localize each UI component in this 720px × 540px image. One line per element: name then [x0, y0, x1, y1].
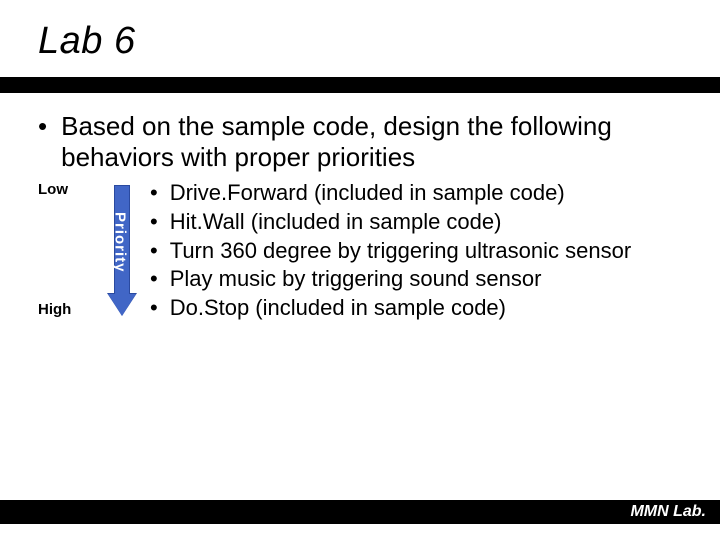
slide-title: Lab 6: [38, 20, 682, 63]
footer-label: MMN Lab.: [630, 503, 706, 521]
behavior-text: Play music by triggering sound sensor: [170, 265, 542, 294]
bullet-dot: •: [150, 294, 158, 323]
priority-low-label: Low: [38, 181, 68, 198]
content-area: • Based on the sample code, design the f…: [0, 93, 720, 322]
list-item: • Drive.Forward (included in sample code…: [150, 179, 682, 208]
list-item: • Hit.Wall (included in sample code): [150, 208, 682, 237]
behavior-text: Turn 360 degree by triggering ultrasonic…: [170, 237, 631, 266]
footer-bar: MMN Lab.: [0, 500, 720, 524]
bullet-dot: •: [150, 237, 158, 266]
behavior-text: Drive.Forward (included in sample code): [170, 179, 565, 208]
behavior-text: Do.Stop (included in sample code): [170, 294, 506, 323]
bullet-dot: •: [38, 111, 47, 142]
title-area: Lab 6: [0, 0, 720, 71]
main-bullet-text: Based on the sample code, design the fol…: [61, 111, 682, 173]
priority-high-label: High: [38, 301, 71, 318]
list-item: • Turn 360 degree by triggering ultrason…: [150, 237, 682, 266]
list-item: • Play music by triggering sound sensor: [150, 265, 682, 294]
behavior-text: Hit.Wall (included in sample code): [170, 208, 502, 237]
arrow-down-icon: [108, 294, 136, 316]
body-row: Low High Priority • Drive.Forward (inclu…: [38, 179, 682, 322]
slide: Lab 6 • Based on the sample code, design…: [0, 0, 720, 540]
title-underline: [0, 77, 720, 93]
priority-arrow-label: Priority: [112, 197, 128, 287]
bullet-dot: •: [150, 179, 158, 208]
bullet-dot: •: [150, 208, 158, 237]
bullet-dot: •: [150, 265, 158, 294]
list-item: • Do.Stop (included in sample code): [150, 294, 682, 323]
main-bullet: • Based on the sample code, design the f…: [38, 111, 682, 173]
priority-column: Low High Priority: [38, 179, 146, 322]
behavior-list: • Drive.Forward (included in sample code…: [146, 179, 682, 322]
